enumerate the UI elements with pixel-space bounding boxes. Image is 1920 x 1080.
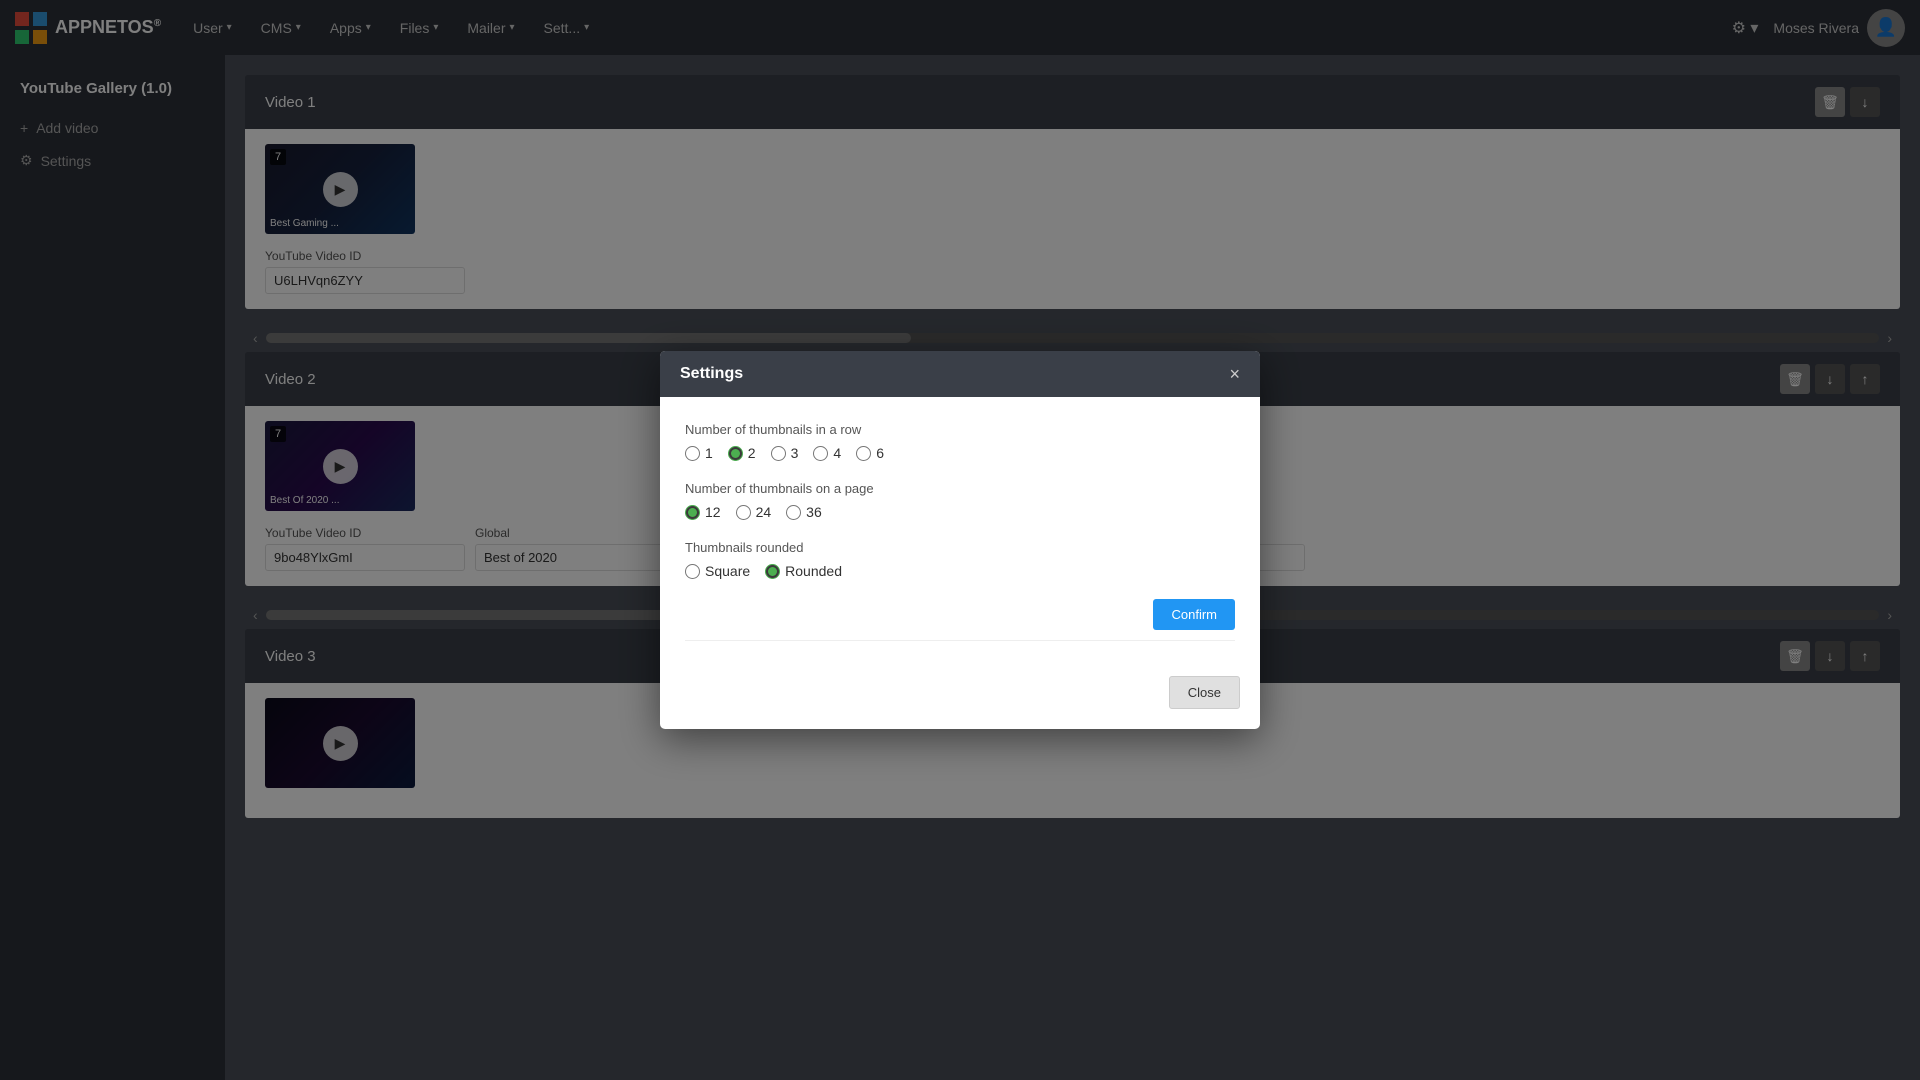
row-option-4[interactable]: 4: [813, 445, 841, 461]
thumbnails-row-label: Number of thumbnails in a row: [685, 422, 1235, 437]
thumbnails-rounded-group: Thumbnails rounded Square Rounded: [685, 540, 1235, 579]
row-radio-6[interactable]: [856, 446, 871, 461]
thumbnails-row-group: Number of thumbnails in a row 1 2 3 4: [685, 422, 1235, 461]
rounded-radio-square[interactable]: [685, 564, 700, 579]
modal-confirm-area: Confirm: [685, 599, 1235, 630]
thumbnails-page-label: Number of thumbnails on a page: [685, 481, 1235, 496]
row-radio-4[interactable]: [813, 446, 828, 461]
page-radio-36[interactable]: [786, 505, 801, 520]
modal-overlay: Settings × Number of thumbnails in a row…: [0, 0, 1920, 1080]
row-option-1[interactable]: 1: [685, 445, 713, 461]
thumbnails-rounded-options: Square Rounded: [685, 563, 1235, 579]
page-option-12[interactable]: 12: [685, 504, 721, 520]
thumbnails-page-options: 12 24 36: [685, 504, 1235, 520]
confirm-button[interactable]: Confirm: [1153, 599, 1235, 630]
row-option-3[interactable]: 3: [771, 445, 799, 461]
modal-footer: Close: [660, 666, 1260, 729]
rounded-option-square[interactable]: Square: [685, 563, 750, 579]
row-option-6[interactable]: 6: [856, 445, 884, 461]
page-radio-24[interactable]: [736, 505, 751, 520]
row-option-2[interactable]: 2: [728, 445, 756, 461]
row-radio-2[interactable]: [728, 446, 743, 461]
row-radio-1[interactable]: [685, 446, 700, 461]
thumbnails-row-options: 1 2 3 4 6: [685, 445, 1235, 461]
thumbnails-page-group: Number of thumbnails on a page 12 24 36: [685, 481, 1235, 520]
rounded-option-rounded[interactable]: Rounded: [765, 563, 842, 579]
thumbnails-rounded-label: Thumbnails rounded: [685, 540, 1235, 555]
modal-close-button[interactable]: ×: [1229, 365, 1240, 383]
row-radio-3[interactable]: [771, 446, 786, 461]
settings-modal: Settings × Number of thumbnails in a row…: [660, 351, 1260, 729]
modal-body: Number of thumbnails in a row 1 2 3 4: [660, 397, 1260, 666]
page-radio-12[interactable]: [685, 505, 700, 520]
modal-divider: [685, 640, 1235, 641]
close-button[interactable]: Close: [1169, 676, 1240, 709]
rounded-radio-rounded[interactable]: [765, 564, 780, 579]
modal-title: Settings: [680, 365, 743, 383]
page-option-36[interactable]: 36: [786, 504, 822, 520]
page-option-24[interactable]: 24: [736, 504, 772, 520]
modal-header: Settings ×: [660, 351, 1260, 397]
